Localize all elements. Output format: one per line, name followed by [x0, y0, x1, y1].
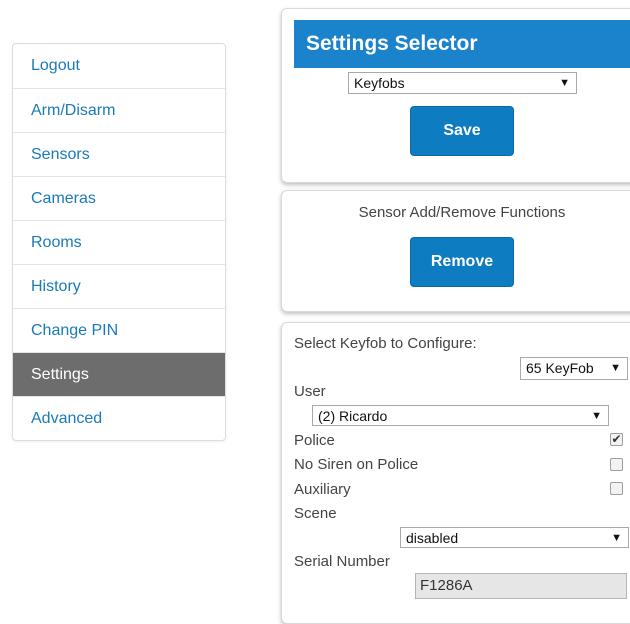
- chevron-down-icon: ▼: [610, 362, 621, 374]
- serial-number-label: Serial Number: [294, 553, 390, 570]
- user-label: User: [294, 383, 326, 400]
- auxiliary-checkbox[interactable]: [610, 482, 623, 495]
- save-button[interactable]: Save: [410, 106, 514, 156]
- settings-selector-panel: Settings Selector Keyfobs ▼ Save: [281, 8, 630, 183]
- sidebar-item-sensors[interactable]: Sensors: [13, 132, 225, 176]
- sidebar-item-advanced[interactable]: Advanced: [13, 396, 225, 440]
- scene-select-value: disabled: [406, 530, 459, 546]
- user-select[interactable]: (2) Ricardo ▼: [312, 405, 609, 426]
- keyfob-select[interactable]: 65 KeyFob ▼: [520, 357, 628, 380]
- auxiliary-label: Auxiliary: [294, 481, 351, 498]
- scene-label: Scene: [294, 505, 337, 522]
- keyfob-select-value: 65 KeyFob: [526, 360, 594, 376]
- settings-category-value: Keyfobs: [354, 75, 405, 91]
- sidebar-item-arm-disarm[interactable]: Arm/Disarm: [13, 88, 225, 132]
- police-label: Police: [294, 432, 335, 449]
- settings-category-select[interactable]: Keyfobs ▼: [348, 72, 577, 94]
- serial-number-field[interactable]: F1286A: [415, 573, 627, 599]
- sidebar-item-settings[interactable]: Settings: [13, 352, 225, 396]
- no-siren-checkbox[interactable]: [610, 458, 623, 471]
- user-select-value: (2) Ricardo: [318, 408, 388, 424]
- sidebar-nav: Logout Arm/Disarm Sensors Cameras Rooms …: [12, 43, 226, 441]
- chevron-down-icon: ▼: [591, 410, 602, 422]
- check-mark-icon: ✔: [611, 432, 622, 446]
- settings-selector-title: Settings Selector: [294, 20, 630, 68]
- chevron-down-icon: ▼: [559, 77, 570, 89]
- keyfob-config-panel: Select Keyfob to Configure: 65 KeyFob ▼ …: [281, 322, 630, 624]
- chevron-down-icon: ▼: [611, 532, 622, 544]
- sidebar-item-logout[interactable]: Logout: [13, 44, 225, 88]
- remove-button[interactable]: Remove: [410, 237, 514, 287]
- sensor-functions-title: Sensor Add/Remove Functions: [358, 204, 566, 221]
- no-siren-label: No Siren on Police: [294, 456, 419, 473]
- sidebar-item-change-pin[interactable]: Change PIN: [13, 308, 225, 352]
- sidebar-item-history[interactable]: History: [13, 264, 225, 308]
- scene-select[interactable]: disabled ▼: [400, 527, 629, 548]
- select-keyfob-label: Select Keyfob to Configure:: [294, 335, 477, 352]
- police-checkbox[interactable]: ✔: [610, 433, 623, 446]
- sensor-functions-panel: Sensor Add/Remove Functions Remove: [281, 190, 630, 312]
- sidebar-item-cameras[interactable]: Cameras: [13, 176, 225, 220]
- sidebar-item-rooms[interactable]: Rooms: [13, 220, 225, 264]
